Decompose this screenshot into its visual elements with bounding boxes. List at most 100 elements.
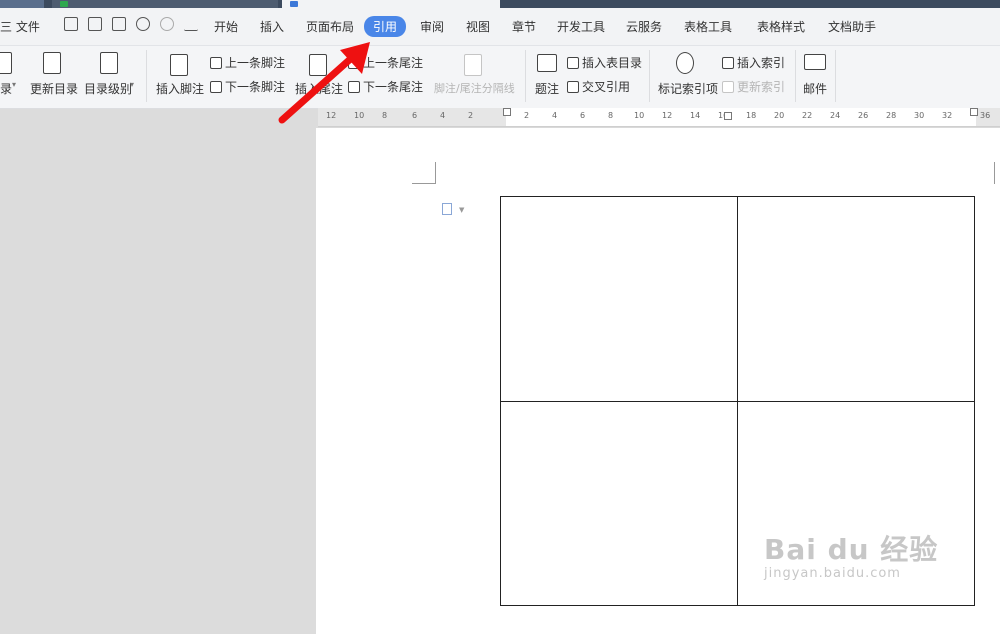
menu-table-tools[interactable]: 表格工具 [684,18,732,35]
crop-mark [994,162,995,184]
menu-review[interactable]: 审阅 [420,18,444,35]
watermark-logo-text: Bai du 经验 [764,533,939,566]
file-menu-button[interactable]: 三 文件 [0,18,40,35]
menu-home[interactable]: 开始 [214,18,238,35]
ruler-tick: 2 [468,111,474,120]
red-arrow-annotation [278,42,370,124]
insert-index-button[interactable]: 插入索引 [722,54,785,71]
ribbon-separator [795,50,796,102]
menu-table-style[interactable]: 表格样式 [757,18,805,35]
left-indent-marker[interactable] [503,108,511,116]
insert-footnote-icon[interactable] [170,54,188,76]
home-tab[interactable] [0,0,44,8]
arrow-shaft [278,50,360,124]
ruler-tick: 20 [774,111,785,120]
cross-reference-icon [567,81,579,93]
ruler-tick: 14 [690,111,701,120]
update-toc-button[interactable]: 更新目录 [30,80,78,97]
mail-button[interactable]: 邮件 [803,80,827,97]
table-row [500,196,975,402]
menu-view[interactable]: 视图 [466,18,490,35]
cross-reference-label: 交叉引用 [582,80,631,94]
active-document-tab[interactable] [282,0,500,8]
active-document-tab-icon [290,1,298,7]
document-tab[interactable] [52,0,278,8]
quick-access-toolbar [64,17,198,31]
mark-index-icon[interactable] [676,52,694,74]
redo-icon[interactable] [160,17,174,31]
ruler-tick: 36 [980,111,991,120]
toc-level-button[interactable]: 目录级别 [84,80,132,97]
update-index-button: 更新索引 [722,78,785,95]
table-cell[interactable] [737,196,975,402]
prev-footnote-icon [210,57,222,69]
ruler-tick: 2 [524,111,530,120]
ruler-tick: 24 [830,111,841,120]
table-cell[interactable] [500,196,738,402]
next-footnote-icon [210,81,222,93]
document-tab-strip [0,0,1000,8]
ruler-tick: 18 [746,111,757,120]
horizontal-ruler[interactable]: 12 10 8 6 4 2 2 4 6 8 10 12 14 16 18 20 … [318,108,1000,127]
separator-line-button: 脚注/尾注分隔线 [434,82,515,95]
table-cell[interactable] [500,400,738,606]
table-of-figures-icon [567,57,579,69]
insert-index-icon [722,57,734,69]
baidu-watermark: Bai du 经验 jingyan.baidu.com [764,528,938,581]
ruler-tick: 4 [440,111,446,120]
ruler-tick: 6 [412,111,418,120]
ruler-tick: 6 [580,111,586,120]
mark-index-entry-button[interactable]: 标记索引项 [658,80,718,97]
ribbon-separator [146,50,147,102]
update-toc-icon[interactable] [43,52,61,74]
ruler-tick: 12 [662,111,673,120]
update-index-icon [722,81,734,93]
document-tab-icon [60,1,68,7]
ruler-tick: 8 [608,111,614,120]
paragraph-anchor-icon[interactable] [442,203,452,215]
crop-mark [412,183,436,184]
insert-table-of-figures-button[interactable]: 插入表目录 [567,54,642,71]
ribbon-separator [835,50,836,102]
cross-reference-button[interactable]: 交叉引用 [567,78,630,95]
print-preview-icon[interactable] [112,17,126,31]
arrow-head [340,42,370,74]
ruler-tick: 26 [858,111,869,120]
watermark-url: jingyan.baidu.com [764,566,901,581]
column-marker[interactable] [724,112,732,120]
toc-dropdown-icon[interactable]: ▾ [12,80,16,89]
caption-icon[interactable] [537,54,557,72]
menu-bar: 三 文件 开始 插入 页面布局 引用 审阅 视图 章节 开发工具 云服务 表格工… [0,8,1000,46]
ribbon-separator [649,50,650,102]
references-ribbon: 录 ▾ 更新目录 目录级别 ▾ 插入脚注 上一条脚注 下一条脚注 插入尾注 上一… [0,46,1000,109]
menu-chapter[interactable]: 章节 [512,18,536,35]
ruler-tick: 10 [634,111,645,120]
ribbon-separator [525,50,526,102]
menu-cloud-services[interactable]: 云服务 [626,18,662,35]
separator-line-icon [464,54,482,76]
table-of-figures-label: 插入表目录 [582,56,643,70]
menu-doc-assistant[interactable]: 文档助手 [828,18,876,35]
ruler-tick: 22 [802,111,813,120]
ruler-tick: 4 [552,111,558,120]
table-of-contents-icon[interactable] [0,52,12,74]
print-icon[interactable] [88,17,102,31]
update-index-label: 更新索引 [737,80,786,94]
ruler-text-area [506,108,976,126]
mail-icon[interactable] [804,54,826,70]
undo-icon[interactable] [136,17,150,31]
insert-index-label: 插入索引 [737,56,786,70]
menu-developer[interactable]: 开发工具 [557,18,605,35]
table-of-contents-button[interactable]: 录 [0,80,12,97]
toc-level-icon[interactable] [100,52,118,74]
save-icon[interactable] [64,17,78,31]
navigation-pane-area [0,109,318,634]
toc-level-dropdown-icon[interactable]: ▾ [130,80,134,89]
anchor-dropdown-icon[interactable]: ▼ [459,206,464,214]
right-indent-marker[interactable] [970,108,978,116]
ruler-tick: 32 [942,111,953,120]
ruler-tick: 28 [886,111,897,120]
insert-footnote-button[interactable]: 插入脚注 [156,80,204,97]
caption-button[interactable]: 题注 [535,80,559,97]
customize-toolbar-icon[interactable] [184,17,198,31]
